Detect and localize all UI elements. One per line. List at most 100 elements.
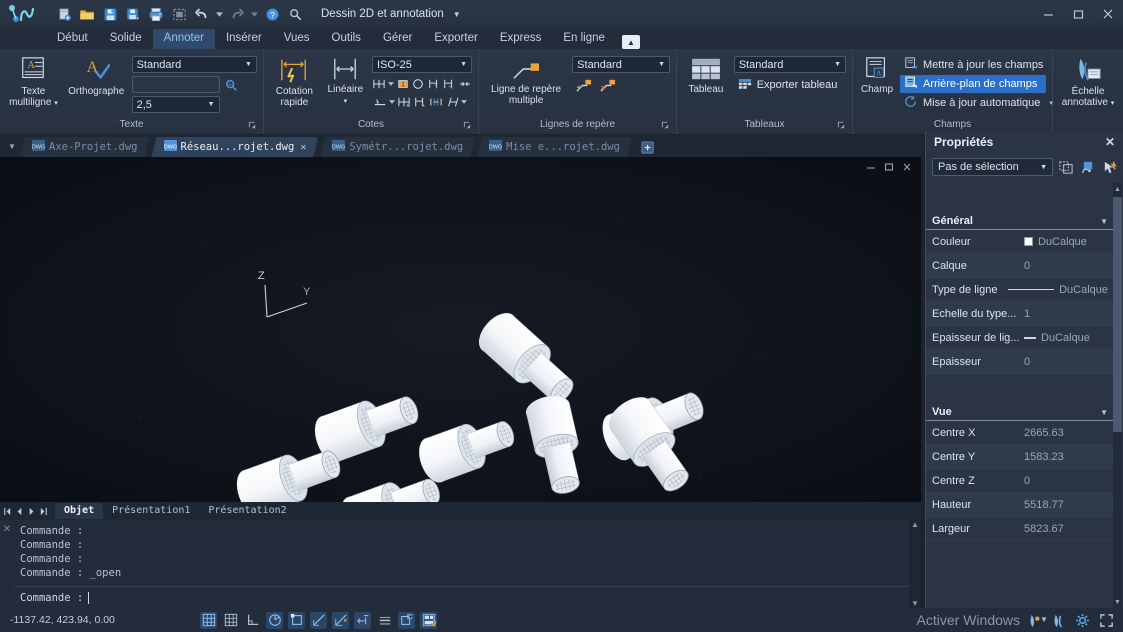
chevron-down-icon[interactable]: ▼ [1100, 408, 1108, 417]
new-icon[interactable] [54, 4, 74, 24]
file-tab-mise-e-projet[interactable]: DWG Mise e...rojet.dwg [477, 137, 632, 157]
last-layout-icon[interactable] [38, 504, 49, 518]
dim-space-icon[interactable] [457, 76, 472, 91]
dim-radius-icon[interactable] [411, 76, 426, 91]
dim-break-icon[interactable] [426, 76, 441, 91]
property-value[interactable]: DuCalque [1008, 284, 1108, 296]
text-search-input[interactable] [131, 76, 220, 93]
file-tab-axe-projet[interactable]: DWG Axe-Projet.dwg [20, 137, 150, 157]
close-button[interactable] [1093, 0, 1123, 28]
scroll-down-icon[interactable]: ▼ [1113, 596, 1122, 608]
undo-dropdown-icon[interactable] [215, 4, 224, 24]
ribbon-tab-debut[interactable]: Début [46, 29, 99, 49]
property-row-centre-z[interactable]: Centre Z 0 [926, 469, 1114, 493]
dim-jog-icon[interactable] [442, 76, 457, 91]
workspace-settings-icon[interactable] [1074, 612, 1091, 629]
property-row-couleur[interactable]: Couleur DuCalque [926, 230, 1114, 254]
layout-tab-objet[interactable]: Objet [55, 503, 104, 519]
dim-inspect-icon[interactable] [396, 94, 411, 109]
object-snap-toggle[interactable] [288, 611, 305, 629]
open-folder-icon[interactable] [77, 4, 97, 24]
property-row-calque[interactable]: Calque 0 [926, 254, 1114, 278]
ribbon-tab-express[interactable]: Express [489, 29, 553, 49]
ribbon-tab-annoter[interactable]: Annoter [152, 29, 215, 49]
scroll-down-icon[interactable]: ▼ [911, 599, 919, 608]
field-background-button[interactable]: Arrière-plan de champs [900, 75, 1046, 93]
properties-scrollbar[interactable]: ▲ ▼ [1113, 183, 1122, 608]
add-leader-icon[interactable] [574, 76, 592, 94]
select-objects-icon[interactable] [1079, 158, 1097, 176]
auto-update-button[interactable]: Mise à jour automatique ▾ [900, 94, 1053, 112]
annotative-scale-button[interactable]: Échelle annotative ▾ [1059, 53, 1117, 109]
property-value[interactable]: DuCalque [1024, 236, 1108, 248]
coordinate-display[interactable]: -1137.42, 423.94, 0.00 [0, 614, 200, 626]
maximize-button[interactable] [1063, 0, 1093, 28]
scroll-up-icon[interactable]: ▲ [1113, 183, 1122, 195]
file-tab-symetr-projet[interactable]: DWG Symétr...rojet.dwg [320, 137, 475, 157]
minimize-button[interactable] [1033, 0, 1063, 28]
export-table-button[interactable]: Exporter tableau [734, 76, 846, 94]
chevron-down-icon[interactable]: ▼ [1100, 217, 1108, 226]
snap-mode-toggle[interactable] [222, 612, 239, 629]
mtext-button[interactable]: A Texte multiligne ▾ [6, 53, 61, 109]
dim-baseline-icon[interactable] [372, 94, 387, 109]
layout-tab-presentation1[interactable]: Présentation1 [103, 503, 199, 519]
close-icon[interactable]: ✕ [300, 142, 306, 153]
ribbon-tab-exporter[interactable]: Exporter [423, 29, 488, 49]
viewport-minimize-button[interactable] [863, 159, 879, 175]
object-snap-tracking-toggle[interactable] [310, 611, 327, 629]
field-button[interactable]: A Champ [859, 53, 895, 95]
remove-leader-icon[interactable] [598, 76, 616, 94]
text-height-combo[interactable]: 2,5 ▼ [131, 96, 220, 113]
save-icon[interactable] [100, 4, 120, 24]
chevron-down-icon[interactable]: ▾ [1111, 100, 1115, 107]
ribbon-tab-solide[interactable]: Solide [99, 29, 153, 49]
dim-ordinate-icon[interactable]: 1 [395, 76, 410, 91]
layout-tab-presentation2[interactable]: Présentation2 [199, 503, 295, 519]
spellcheck-button[interactable]: A Orthographe [66, 53, 127, 97]
redo-icon[interactable] [227, 4, 247, 24]
drawing-viewport[interactable]: Z Y [0, 157, 921, 502]
table-style-combo[interactable]: Standard ▼ [733, 56, 846, 73]
scrollbar-thumb[interactable] [1113, 197, 1122, 432]
property-value[interactable]: DuCalque [1024, 332, 1108, 344]
chevron-down-icon[interactable]: ▾ [344, 98, 348, 105]
quick-select-icon[interactable] [1057, 158, 1075, 176]
plot-icon[interactable] [146, 4, 166, 24]
workspace-dropdown[interactable]: Dessin 2D et annotation ▼ [315, 4, 467, 24]
find-text-icon[interactable]: abc [224, 77, 239, 92]
lineweight-toggle[interactable] [376, 612, 393, 629]
ribbon-tab-en-ligne[interactable]: En ligne [552, 29, 616, 49]
annotation-scale-dropdown-icon[interactable]: ▼ [1040, 615, 1048, 624]
ribbon-tab-vues[interactable]: Vues [273, 29, 321, 49]
dim-oblique-icon[interactable] [444, 94, 459, 109]
scroll-up-icon[interactable]: ▲ [911, 520, 919, 529]
leader-style-combo[interactable]: Standard ▼ [572, 56, 670, 73]
quick-dimension-button[interactable]: Cotation rapide [270, 53, 319, 108]
first-layout-icon[interactable] [2, 504, 13, 518]
annotation-scale-icon[interactable] [1050, 612, 1067, 629]
ribbon-tab-outils[interactable]: Outils [321, 29, 372, 49]
properties-group-general[interactable]: Général ▼ [926, 213, 1114, 230]
table-button[interactable]: Tableau [683, 53, 729, 95]
chevron-down-icon[interactable]: ▾ [54, 100, 58, 107]
viewport-restore-button[interactable] [881, 159, 897, 175]
update-fields-button[interactable]: Mettre à jour les champs [900, 56, 1046, 74]
multileader-button[interactable]: Ligne de repère multiple [485, 53, 567, 106]
grid-display-toggle[interactable] [200, 611, 217, 629]
selection-combo[interactable]: Pas de sélection ▼ [932, 158, 1053, 176]
redo-dropdown-icon[interactable] [250, 4, 259, 24]
property-row-echelle-type-ligne[interactable]: Echelle du type... 1 [926, 302, 1114, 326]
text-style-combo[interactable]: Standard ▼ [131, 56, 257, 73]
property-row-epaisseur[interactable]: Epaisseur 0 [926, 350, 1114, 374]
help-icon[interactable]: ? [262, 4, 282, 24]
selection-cycling-toggle[interactable] [420, 611, 437, 629]
property-row-type-de-ligne[interactable]: Type de ligne DuCalque [926, 278, 1114, 302]
property-row-epaisseur-de-ligne[interactable]: Epaisseur de lig... DuCalque [926, 326, 1114, 350]
command-close-icon[interactable]: ✕ [0, 520, 14, 608]
property-row-centre-x[interactable]: Centre X 2665.63 [926, 421, 1114, 445]
properties-group-vue[interactable]: Vue ▼ [926, 404, 1114, 421]
ribbon-collapse-icon[interactable]: ▲ [621, 35, 640, 49]
chevron-down-icon[interactable]: ▼ [4, 135, 20, 157]
undo-icon[interactable] [192, 4, 212, 24]
